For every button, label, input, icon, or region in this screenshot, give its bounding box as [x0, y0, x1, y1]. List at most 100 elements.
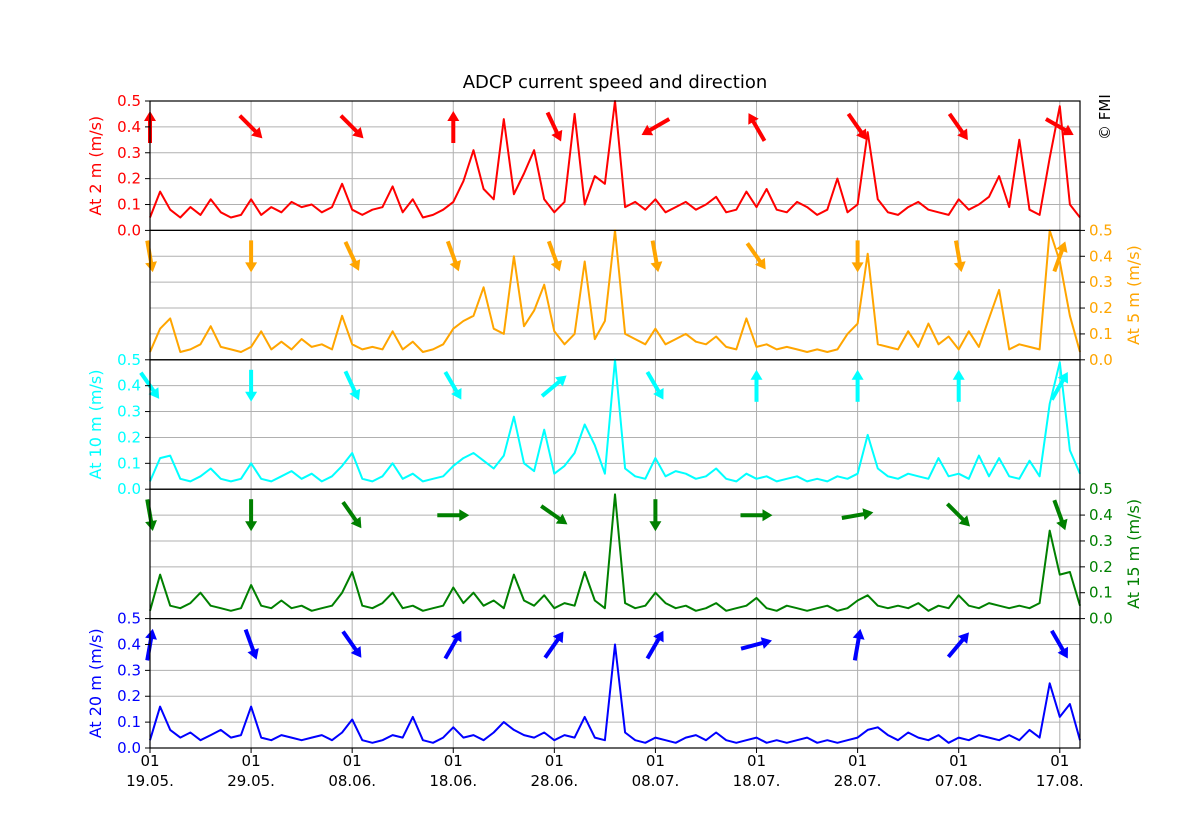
arrow-shaft	[645, 636, 662, 660]
arrow-shaft	[343, 241, 358, 265]
y-tick-label: 0.2	[117, 428, 141, 446]
arrow-shaft	[543, 636, 561, 659]
y-tick-label: 0.4	[117, 118, 141, 136]
arrow-shaft	[238, 114, 259, 135]
arrow-head	[760, 637, 772, 649]
y-tick-label: 0.4	[1089, 506, 1113, 524]
x-tick-label-bottom: 28.06.	[530, 772, 578, 790]
x-tick-label-top: 01	[444, 752, 463, 770]
x-tick-label-top: 01	[140, 752, 159, 770]
arrow-shaft	[341, 630, 359, 653]
arrow-head	[1056, 518, 1068, 531]
y-tick-label: 0.5	[117, 610, 141, 628]
arrow-head	[145, 520, 157, 531]
y-tick-label: 0.0	[117, 739, 141, 757]
arrow-head	[245, 262, 258, 273]
x-tick-label-top: 01	[343, 752, 362, 770]
arrow-head	[247, 648, 259, 660]
x-tick-label-bottom: 07.08.	[935, 772, 983, 790]
y-tick-label: 0.5	[1089, 221, 1113, 239]
arrow-shaft	[145, 240, 154, 265]
arrow-head	[245, 521, 258, 532]
arrow-head	[750, 369, 763, 380]
arrow-shaft	[650, 240, 659, 265]
panel-frame	[149, 359, 1081, 490]
x-tick-label-top: 01	[646, 752, 665, 770]
arrow-head	[649, 521, 662, 532]
arrow-shaft	[545, 111, 560, 136]
series-line-panel-4	[149, 493, 1081, 612]
arrow-shaft	[343, 370, 358, 394]
arrow-shaft	[1050, 629, 1066, 653]
adcp-chart: 0.0 0.1 0.2 0.3 0.4 0.5 At 2 m (m/s) 0.0 0.1 0.2 0…	[86, 92, 1143, 790]
y-tick-label: 0.3	[117, 144, 141, 162]
y-axis-label: At 20 m (m/s)	[86, 628, 105, 738]
x-tick-label-bottom: 17.08.	[1036, 772, 1084, 790]
arrow-shaft	[443, 370, 460, 394]
y-tick-label: 0.2	[1089, 558, 1113, 576]
arrow-head	[145, 261, 157, 273]
arrow-shaft	[1052, 499, 1065, 524]
arrow-shaft	[647, 117, 671, 133]
arrow-head	[952, 369, 965, 380]
arrow-head	[851, 369, 864, 380]
y-tick-label: 0.0	[117, 221, 141, 239]
arrow-shaft	[750, 119, 767, 142]
y-tick-label: 0.3	[117, 661, 141, 679]
y-tick-label: 0.1	[1089, 584, 1113, 602]
arrow-head	[245, 391, 258, 402]
arrow-head	[459, 509, 470, 522]
arrow-shaft	[145, 499, 154, 524]
x-tick-label-top: 01	[1050, 752, 1069, 770]
arrow-shaft	[945, 502, 966, 523]
arrow-head	[762, 509, 773, 522]
x-tick-label-top: 01	[242, 752, 261, 770]
y-tick-label: 0.4	[1089, 247, 1113, 265]
arrow-head	[447, 111, 460, 121]
arrow-shaft	[546, 240, 559, 265]
x-tick-label-bottom: 18.06.	[429, 772, 477, 790]
y-tick-label: 0.0	[1089, 351, 1113, 369]
arrow-shaft	[540, 504, 563, 522]
arrow-shaft	[341, 500, 359, 523]
y-tick-label: 0.5	[1089, 480, 1113, 498]
arrow-shaft	[540, 379, 562, 398]
y-tick-label: 0.3	[117, 403, 141, 421]
y-tick-label: 0.1	[117, 713, 141, 731]
arrow-head	[852, 628, 865, 640]
y-tick-label: 0.2	[1089, 299, 1113, 317]
y-axis-label: At 10 m (m/s)	[86, 370, 105, 480]
x-tick-label-bottom: 18.07.	[733, 772, 781, 790]
y-tick-label: 0.5	[117, 92, 141, 110]
arrow-shaft	[953, 240, 963, 265]
x-tick-label-top: 01	[848, 752, 867, 770]
arrow-shaft	[145, 636, 154, 661]
x-tick-label-top: 01	[949, 752, 968, 770]
y-tick-label: 0.3	[1089, 273, 1113, 291]
arrow-head	[851, 262, 864, 273]
y-axis-label: At 15 m (m/s)	[1124, 499, 1143, 609]
arrow-head	[449, 259, 461, 272]
y-tick-label: 0.1	[1089, 325, 1113, 343]
x-tick-label-bottom: 29.05.	[227, 772, 275, 790]
arrow-head	[550, 259, 562, 272]
panel-frame	[149, 617, 1081, 749]
arrow-shaft	[445, 240, 458, 265]
arrow-shaft	[745, 242, 763, 265]
arrow-shaft	[947, 112, 965, 135]
y-tick-label: 0.3	[1089, 532, 1113, 550]
arrow-shaft	[243, 628, 256, 653]
arrow-head	[1056, 241, 1068, 253]
panel-frame	[149, 100, 1081, 231]
y-tick-label: 0.0	[1089, 610, 1113, 628]
y-tick-label: 0.1	[117, 196, 141, 214]
y-tick-label: 0.0	[117, 480, 141, 498]
y-tick-label: 0.4	[117, 635, 141, 653]
arrow-shaft	[846, 112, 864, 135]
arrow-shaft	[339, 114, 360, 135]
y-tick-label: 0.2	[117, 170, 141, 188]
arrow-head	[953, 261, 966, 273]
y-tick-label: 0.2	[117, 687, 141, 705]
arrow-shaft	[946, 637, 966, 659]
y-tick-label: 0.1	[117, 454, 141, 472]
